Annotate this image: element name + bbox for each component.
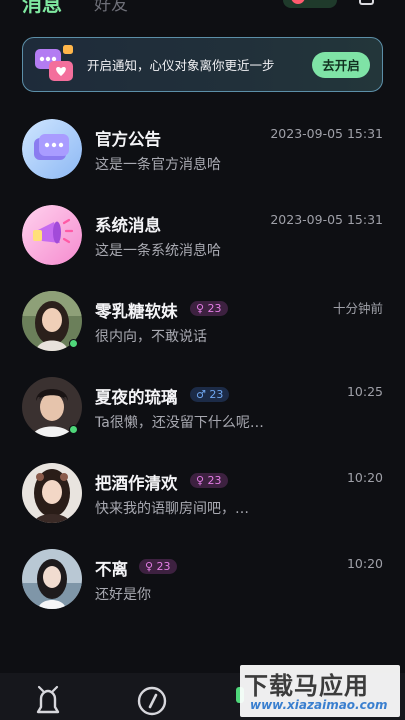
banner-text: 开启通知，心仪对象离你更近一步 bbox=[87, 58, 275, 73]
conversation-time: 10:25 bbox=[346, 384, 383, 399]
notification-chat-icon bbox=[33, 43, 77, 87]
gender-age-badge: ♀ 23 bbox=[190, 473, 228, 488]
megaphone-icon bbox=[22, 205, 82, 265]
gender-age-badge: ♀ 23 bbox=[190, 301, 228, 316]
conversation-time: 2023-09-05 15:31 bbox=[270, 126, 383, 141]
top-tab-bar: 消息 好友 bbox=[0, 0, 405, 20]
user-photo-icon bbox=[22, 463, 82, 523]
online-status-dot bbox=[69, 339, 78, 348]
watermark-logo: 下载马应用 www.xiazaimao.com bbox=[240, 665, 400, 717]
conversation-time: 10:20 bbox=[346, 470, 383, 485]
avatar bbox=[22, 119, 82, 179]
notification-banner: 开启通知，心仪对象离你更近一步 去开启 bbox=[22, 37, 383, 92]
conversation-name: 把酒作清欢 bbox=[95, 474, 178, 493]
conversation-item[interactable]: 系统消息 2023-09-05 15:31 这是一条系统消息哈 bbox=[0, 191, 405, 277]
online-status-dot bbox=[69, 425, 78, 434]
conversation-preview: 快来我的语聊房间吧，… bbox=[95, 501, 249, 517]
enable-notification-button[interactable]: 去开启 bbox=[312, 51, 370, 78]
watermark-url: www.xiazaimao.com bbox=[250, 698, 388, 712]
avatar bbox=[22, 205, 82, 265]
tab-friends[interactable]: 好友 bbox=[94, 0, 128, 15]
conversation-item[interactable]: 零乳糖软妹 ♀ 23 十分钟前 很内向，不敢说话 bbox=[0, 277, 405, 363]
conversation-item[interactable]: 官方公告 2023-09-05 15:31 这是一条官方消息哈 bbox=[0, 105, 405, 191]
tab-messages[interactable]: 消息 bbox=[22, 0, 62, 17]
conversation-name: 零乳糖软妹 bbox=[95, 302, 178, 321]
conversation-preview: 很内向，不敢说话 bbox=[95, 329, 207, 345]
conversation-time: 2023-09-05 15:31 bbox=[270, 212, 383, 227]
chat-bubble-icon bbox=[22, 119, 82, 179]
avatar bbox=[22, 463, 82, 523]
conversation-time: 10:20 bbox=[346, 556, 383, 571]
conversation-item[interactable]: 把酒作清欢 ♀ 23 10:20 快来我的语聊房间吧，… bbox=[0, 449, 405, 535]
conversation-preview: 这是一条官方消息哈 bbox=[95, 157, 221, 173]
conversation-item[interactable]: 不离 ♀ 23 10:20 还好是你 bbox=[0, 535, 405, 621]
conversation-name: 不离 bbox=[95, 560, 128, 579]
conversation-item[interactable]: 夏夜的琉璃 ♂ 23 10:25 Ta很懒，还没留下什么呢… bbox=[0, 363, 405, 449]
user-photo-icon bbox=[22, 549, 82, 609]
conversation-name: 官方公告 bbox=[95, 130, 161, 149]
contacts-icon[interactable] bbox=[359, 0, 374, 5]
match-button[interactable] bbox=[283, 0, 337, 8]
bell-icon[interactable] bbox=[33, 685, 63, 715]
conversation-preview: 还好是你 bbox=[95, 587, 151, 603]
gender-age-badge: ♀ 23 bbox=[139, 559, 177, 574]
compass-icon[interactable] bbox=[136, 685, 167, 716]
conversation-preview: Ta很懒，还没留下什么呢… bbox=[95, 415, 264, 431]
watermark-title: 下载马应用 bbox=[244, 672, 369, 700]
heart-icon bbox=[291, 0, 305, 4]
conversation-preview: 这是一条系统消息哈 bbox=[95, 243, 221, 259]
conversation-name: 系统消息 bbox=[95, 216, 161, 235]
gender-age-badge: ♂ 23 bbox=[190, 387, 230, 402]
conversation-name: 夏夜的琉璃 bbox=[95, 388, 178, 407]
avatar bbox=[22, 549, 82, 609]
conversation-time: 十分钟前 bbox=[332, 301, 383, 316]
